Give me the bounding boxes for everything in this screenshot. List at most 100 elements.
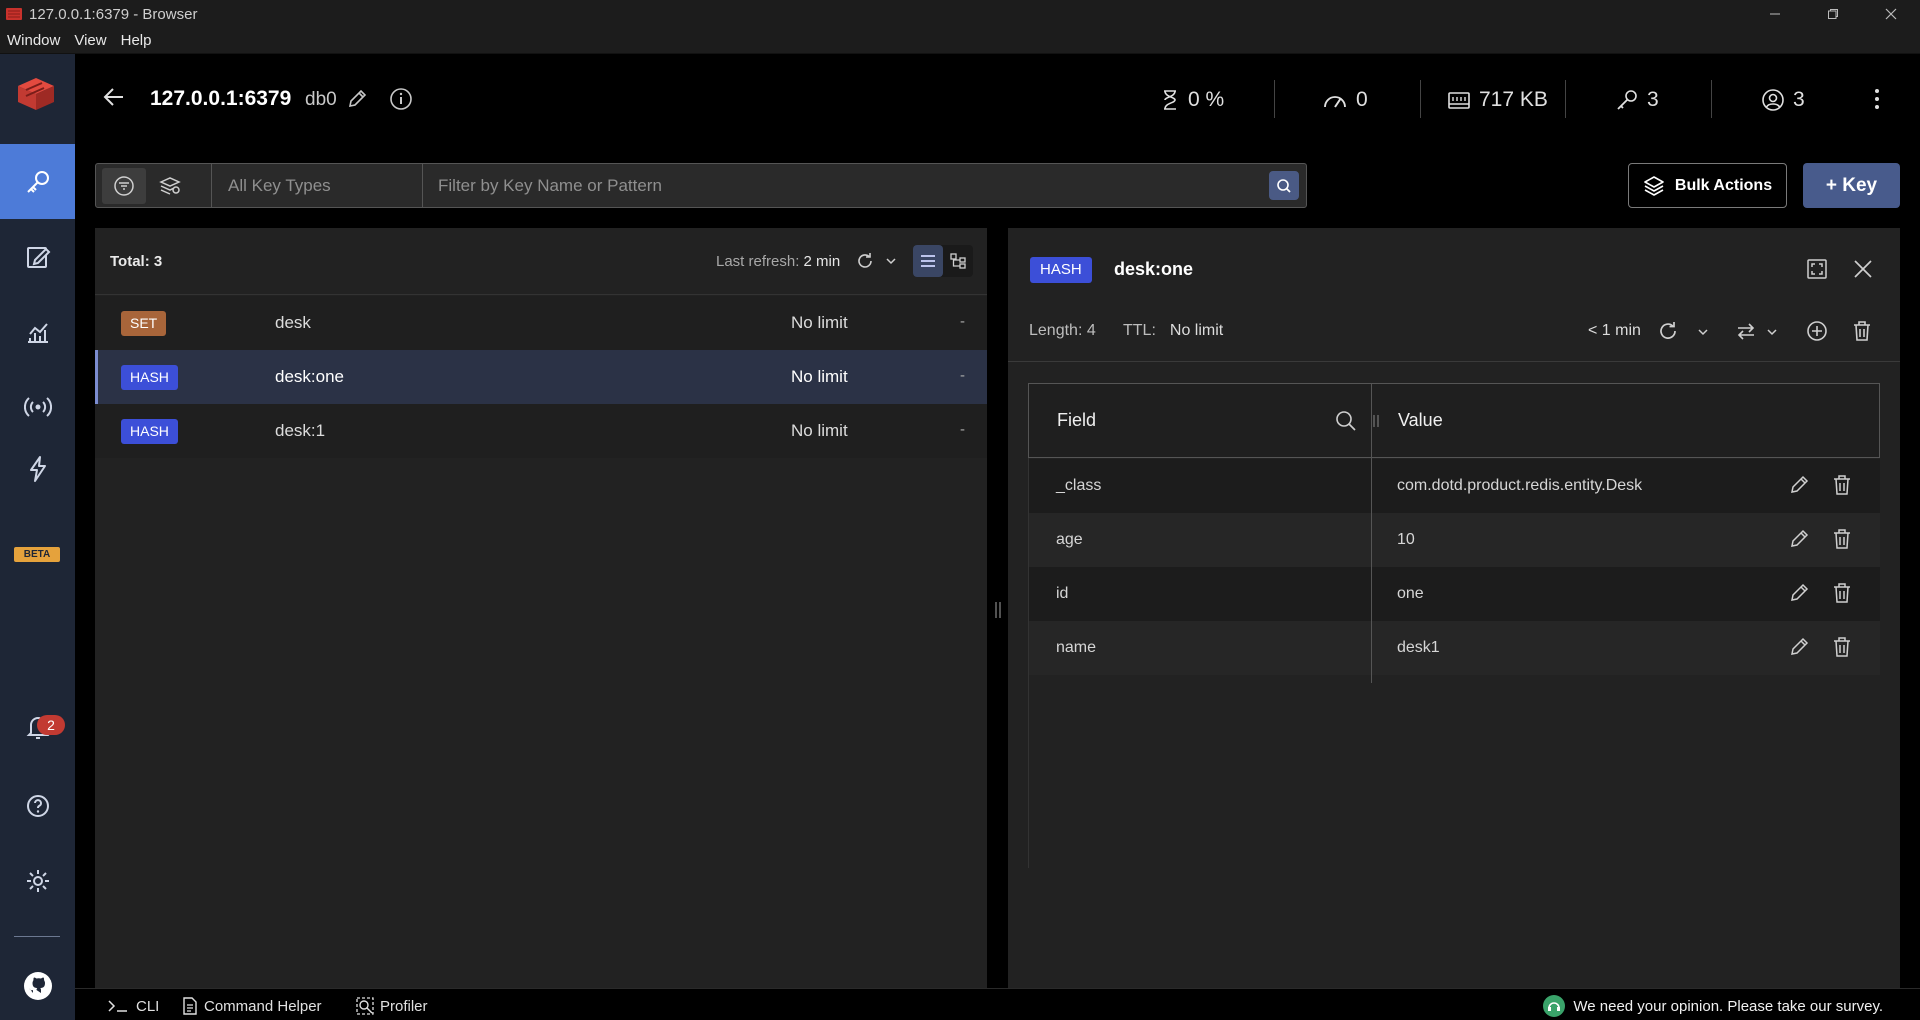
nav-settings[interactable] [0,851,75,911]
search-icon [1277,178,1291,193]
list-icon [921,255,935,267]
info-icon[interactable] [389,87,413,111]
column-resize-icon[interactable] [1372,414,1380,428]
table-header: Field Value [1028,383,1880,458]
table-left-edge [1028,458,1029,868]
notification-count-badge: 2 [37,715,65,735]
column-header-value: Value [1398,410,1443,430]
pencil-icon[interactable] [1789,637,1809,657]
key-icon [1617,90,1637,110]
minimize-button[interactable] [1746,0,1804,28]
add-field-icon[interactable] [1806,320,1828,342]
list-view-button[interactable] [913,245,943,277]
menu-view[interactable]: View [67,32,113,49]
add-key-button[interactable]: + Key [1803,163,1900,208]
key-type-select[interactable]: All Key Types [228,176,331,196]
key-length: Length: 4 [1029,322,1096,339]
key-ttl: No limit [791,421,848,440]
fullscreen-icon[interactable] [1806,258,1828,280]
nav-browser[interactable] [0,144,75,219]
user-icon [1762,89,1784,111]
filter-mode-pattern[interactable] [102,168,146,204]
command-helper-tab[interactable]: Command Helper [182,995,322,1017]
key-details-name: desk:one [1114,259,1194,279]
profiler-icon [356,997,374,1015]
pencil-icon[interactable] [347,89,367,109]
trash-icon[interactable] [1852,320,1872,342]
refresh-icon[interactable] [1657,320,1679,342]
cli-tab[interactable]: CLI [108,995,159,1017]
search-button[interactable] [1269,171,1299,200]
nav-help[interactable] [0,776,75,836]
tree-view-button[interactable] [943,245,973,277]
memory-icon [1448,92,1470,109]
menu-bar: Window View Help [0,28,1920,54]
stat-cpu: 0 % [1160,84,1224,116]
stat-ops: 0 [1322,84,1368,116]
trash-icon[interactable] [1832,528,1852,550]
menu-help[interactable]: Help [114,32,159,49]
key-pattern-input[interactable] [438,164,1248,207]
gauge-icon [1324,96,1346,108]
nav-analysis[interactable] [0,294,75,369]
swap-format-icon[interactable] [1735,320,1757,342]
survey-text: We need your opinion. Please take our su… [1573,997,1883,1015]
trash-icon[interactable] [1832,474,1852,496]
close-icon[interactable] [1853,259,1873,279]
stat-cpu-value: 0 % [1188,88,1225,111]
key-row-selected[interactable]: HASH desk:one No limit - [95,350,987,404]
chevron-down-icon[interactable] [1697,326,1709,338]
chevron-down-icon[interactable] [885,255,897,267]
restore-button[interactable] [1804,0,1862,28]
field-value[interactable]: 10 [1397,531,1415,549]
nav-pubsub[interactable] [0,369,75,444]
filter-separator [211,164,212,207]
pencil-icon[interactable] [1789,475,1809,495]
github-icon [23,972,52,1000]
close-icon [1885,8,1897,20]
table-row: name desk1 [1028,621,1880,675]
key-type-badge: HASH [121,365,178,390]
key-row[interactable]: SET desk No limit - [95,296,987,350]
field-value[interactable]: com.dotd.product.redis.entity.Desk [1397,477,1642,495]
redis-logo-icon[interactable] [14,72,60,116]
key-type-badge: HASH [121,419,178,444]
nav-github[interactable] [0,956,75,1016]
field-value[interactable]: one [1397,585,1424,603]
back-arrow-icon[interactable] [103,86,125,108]
trash-icon[interactable] [1832,582,1852,604]
hourglass-icon [1164,90,1176,110]
key-ttl-value: No limit [1169,322,1224,339]
stat-memory-value: 717 KB [1479,88,1548,111]
refresh-icon[interactable] [855,251,875,271]
last-refresh: Last refresh: 2 min [716,253,840,270]
filter-mode-search[interactable] [148,168,192,204]
bulk-actions-label: Bulk Actions [1674,176,1773,194]
chevron-down-icon[interactable] [1766,326,1778,338]
pencil-icon[interactable] [1789,583,1809,603]
stat-clients-value: 3 [1793,88,1805,111]
field-name: age [1056,531,1083,548]
key-list-header: Total: 3 Last refresh: 2 min [95,228,987,295]
key-name: desk:1 [275,421,326,440]
field-value[interactable]: desk1 [1397,639,1440,657]
more-vertical-icon[interactable] [1873,87,1881,111]
survey-link[interactable]: We need your opinion. Please take our su… [1543,995,1883,1017]
field-name: id [1056,585,1069,602]
panel-resize-handle[interactable] [993,600,1003,620]
filter-icon [114,176,134,196]
beta-badge: BETA [14,547,60,562]
field-name: _class [1056,477,1102,494]
nav-triggers[interactable] [0,439,75,499]
pencil-icon[interactable] [1789,529,1809,549]
key-row[interactable]: HASH desk:1 No limit - [95,404,987,458]
search-icon[interactable] [1335,410,1357,432]
trash-icon[interactable] [1832,636,1852,658]
header: 127.0.0.1:6379 db0 0 % 0 717 KB 3 3 [75,54,1920,144]
nav-workbench[interactable] [0,219,75,294]
profiler-tab[interactable]: Profiler [356,995,428,1017]
close-window-button[interactable] [1862,0,1920,28]
bulk-actions-button[interactable]: Bulk Actions [1628,163,1787,208]
key-ttl[interactable]: TTL: No limit [1123,322,1223,340]
menu-window[interactable]: Window [0,32,67,49]
